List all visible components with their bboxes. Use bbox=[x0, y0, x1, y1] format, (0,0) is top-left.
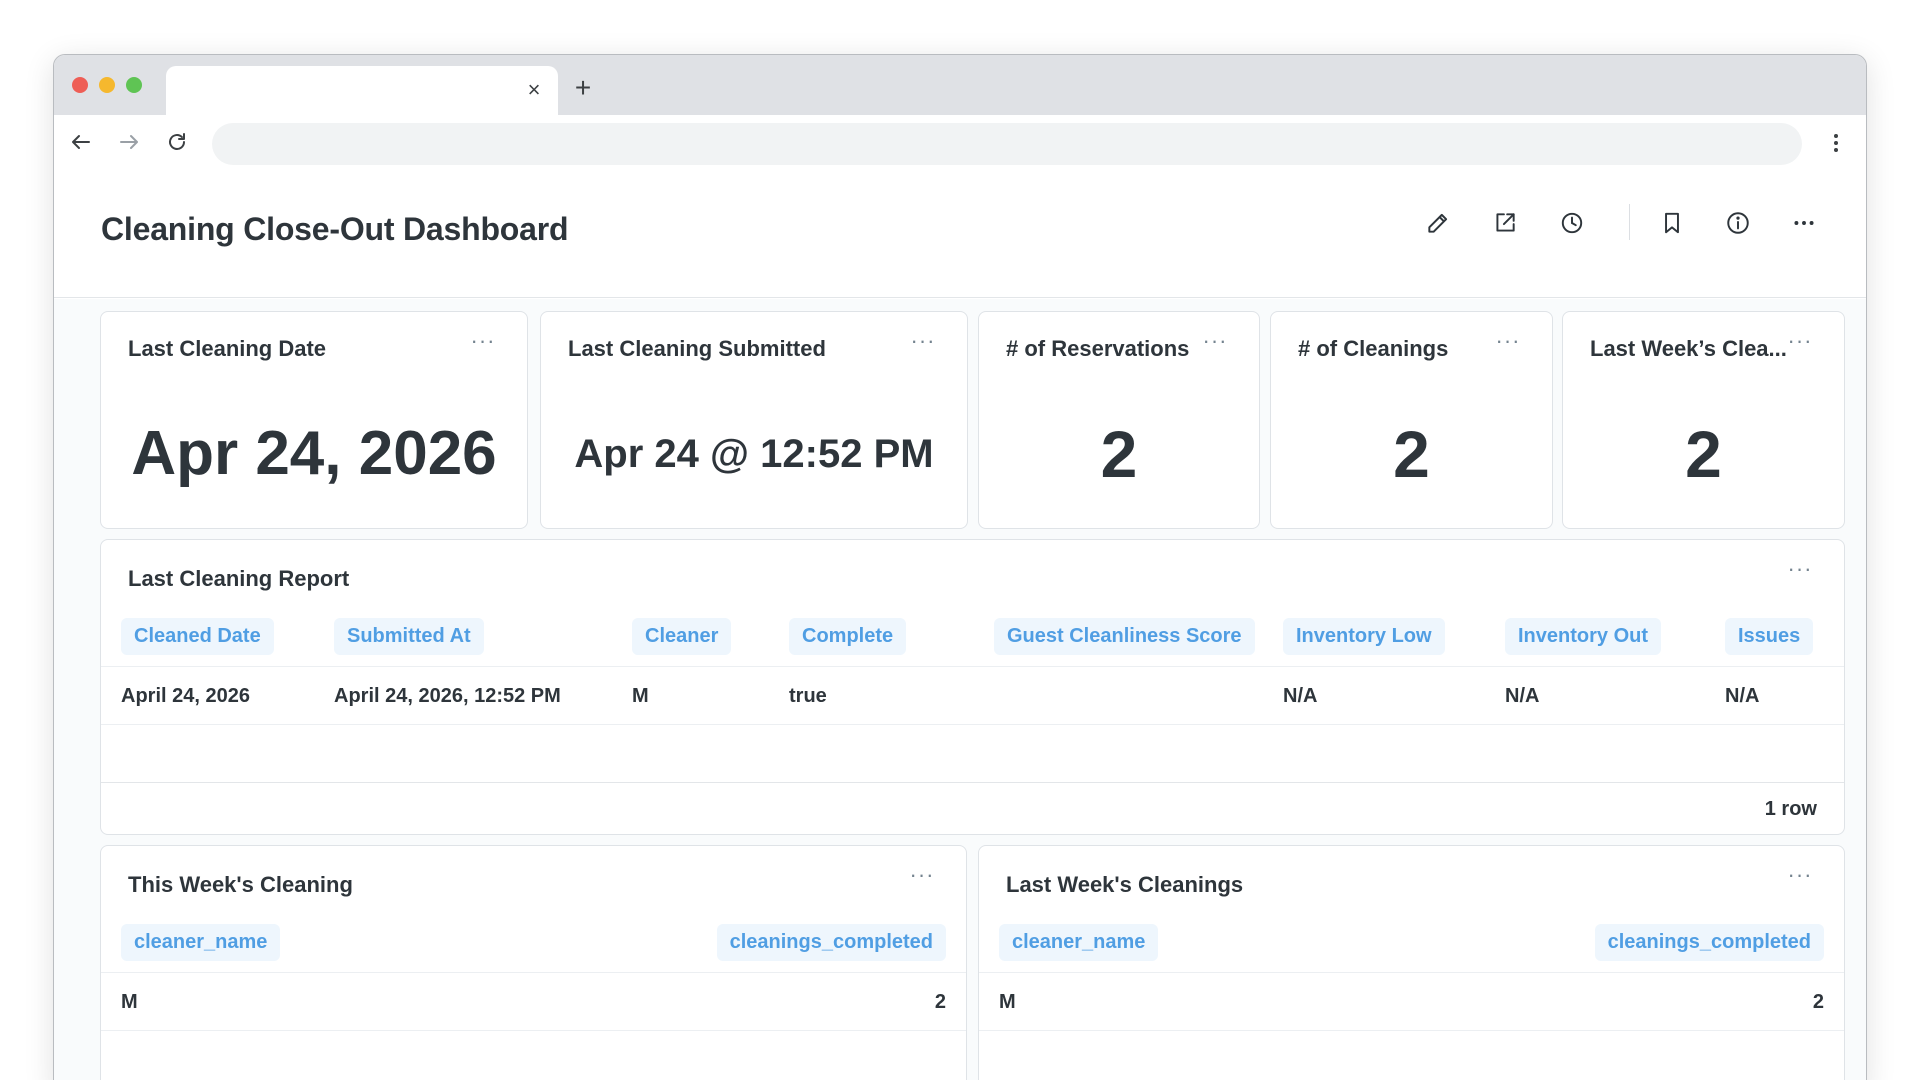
card-title: Last Cleaning Submitted bbox=[568, 336, 826, 361]
column-header-submitted-at[interactable]: Submitted At bbox=[334, 618, 484, 655]
browser-toolbar bbox=[54, 115, 1866, 171]
browser-menu-button[interactable] bbox=[1824, 129, 1848, 157]
row-divider bbox=[979, 1030, 1844, 1031]
share-icon bbox=[1496, 213, 1515, 232]
info-button[interactable] bbox=[1720, 205, 1756, 241]
card-title: Last Week's Cleanings bbox=[1006, 872, 1244, 897]
edit-button[interactable] bbox=[1420, 205, 1456, 241]
browser-tab[interactable]: × bbox=[166, 66, 558, 115]
vertical-dots-icon bbox=[1834, 134, 1838, 152]
more-icon bbox=[1794, 221, 1814, 225]
dashboard-header: Cleaning Close-Out Dashboard bbox=[54, 171, 1866, 298]
history-icon bbox=[1561, 212, 1583, 234]
history-button[interactable] bbox=[1554, 205, 1590, 241]
column-header-inventory-low[interactable]: Inventory Low bbox=[1283, 618, 1445, 655]
row-divider bbox=[101, 972, 966, 973]
column-header-cleaner-name[interactable]: cleaner_name bbox=[999, 924, 1159, 961]
card-title: This Week's Cleaning bbox=[128, 872, 353, 897]
column-header-issues[interactable]: Issues bbox=[1725, 618, 1814, 655]
scalar-card-last-cleaning-date[interactable]: Last Cleaning Date ··· Apr 24, 2026 bbox=[100, 311, 528, 529]
column-header-complete[interactable]: Complete bbox=[789, 618, 907, 655]
new-tab-button[interactable]: + bbox=[568, 73, 598, 103]
card-title: Last Week’s Clea... bbox=[1590, 336, 1787, 361]
info-icon bbox=[1727, 212, 1749, 234]
column-header-cleanings-completed[interactable]: cleanings_completed bbox=[1594, 924, 1824, 961]
column-header-cleaned-date[interactable]: Cleaned Date bbox=[121, 618, 274, 655]
card-menu-button[interactable]: ··· bbox=[1784, 864, 1816, 892]
arrow-left-icon bbox=[72, 135, 90, 149]
arrow-right-icon bbox=[120, 135, 138, 149]
table-cell: April 24, 2026, 12:52 PM bbox=[334, 685, 561, 707]
row-divider bbox=[101, 666, 1844, 667]
reload-icon bbox=[169, 133, 185, 150]
table-card-last-cleaning-report: Last Cleaning Report ··· Cleaned Date Su… bbox=[100, 539, 1845, 835]
card-menu-button[interactable]: ··· bbox=[1199, 330, 1231, 358]
table-card-last-weeks-cleanings: Last Week's Cleanings ··· cleaner_name c… bbox=[978, 845, 1845, 1080]
dashboard-page: Cleaning Close-Out Dashboard Last Cleani… bbox=[54, 171, 1866, 1080]
row-divider bbox=[979, 972, 1844, 973]
scalar-value: Apr 24, 2026 bbox=[131, 419, 497, 488]
scalar-card-last-week-cleanings[interactable]: Last Week’s Clea... ··· 2 bbox=[1562, 311, 1845, 529]
scalar-card-reservations[interactable]: # of Reservations ··· 2 bbox=[978, 311, 1260, 529]
scalar-value: 2 bbox=[1100, 417, 1138, 491]
table-cell: N/A bbox=[1725, 685, 1760, 707]
dashboard-grid: Last Cleaning Date ··· Apr 24, 2026 Last… bbox=[54, 299, 1866, 1080]
browser-window: × + Cleaning Close-Out Dashboard Last Cl… bbox=[53, 54, 1867, 1080]
bookmark-icon bbox=[1665, 212, 1679, 234]
scalar-value: 2 bbox=[1685, 417, 1722, 491]
table-card-this-weeks-cleaning: This Week's Cleaning ··· cleaner_name cl… bbox=[100, 845, 967, 1080]
scalar-value: 2 bbox=[1393, 417, 1430, 491]
table-footer-divider bbox=[101, 782, 1844, 783]
column-header-cleaner-name[interactable]: cleaner_name bbox=[121, 924, 281, 961]
card-menu-button[interactable]: ··· bbox=[906, 864, 938, 892]
maximize-window-button[interactable] bbox=[126, 77, 142, 93]
forward-button[interactable] bbox=[114, 127, 144, 157]
table-cell: true bbox=[789, 685, 827, 707]
bookmark-button[interactable] bbox=[1654, 205, 1690, 241]
table-cell: 2 bbox=[934, 991, 946, 1013]
table-cell: M bbox=[632, 685, 649, 707]
table-cell: N/A bbox=[1505, 685, 1540, 707]
scalar-card-last-cleaning-submitted[interactable]: Last Cleaning Submitted ··· Apr 24 @ 12:… bbox=[540, 311, 968, 529]
pencil-icon bbox=[1428, 213, 1448, 233]
card-menu-button[interactable]: ··· bbox=[907, 330, 939, 358]
column-header-guest-cleanliness-score[interactable]: Guest Cleanliness Score bbox=[994, 618, 1255, 655]
back-button[interactable] bbox=[66, 127, 96, 157]
share-button[interactable] bbox=[1487, 205, 1523, 241]
card-title: Last Cleaning Date bbox=[128, 336, 327, 361]
card-menu-button[interactable]: ··· bbox=[467, 330, 499, 358]
tab-strip: × + bbox=[54, 55, 1866, 115]
card-title: Last Cleaning Report bbox=[128, 566, 350, 591]
table-cell: M bbox=[121, 991, 138, 1013]
card-menu-button[interactable]: ··· bbox=[1784, 330, 1816, 358]
table-cell: M bbox=[999, 991, 1016, 1013]
more-options-button[interactable] bbox=[1786, 205, 1822, 241]
table-cell: 2 bbox=[1812, 991, 1824, 1013]
scalar-card-cleanings[interactable]: # of Cleanings ··· 2 bbox=[1270, 311, 1553, 529]
page-title: Cleaning Close-Out Dashboard bbox=[101, 211, 569, 247]
row-divider bbox=[101, 724, 1844, 725]
reload-button[interactable] bbox=[162, 127, 192, 157]
column-header-inventory-out[interactable]: Inventory Out bbox=[1505, 618, 1662, 655]
card-title: # of Reservations bbox=[1006, 336, 1190, 361]
scalar-value: Apr 24 @ 12:52 PM bbox=[574, 432, 934, 476]
card-menu-button[interactable]: ··· bbox=[1492, 330, 1524, 358]
tab-close-icon[interactable]: × bbox=[522, 78, 546, 102]
row-divider bbox=[101, 1030, 966, 1031]
close-window-button[interactable] bbox=[72, 77, 88, 93]
minimize-window-button[interactable] bbox=[99, 77, 115, 93]
header-divider bbox=[1629, 204, 1630, 240]
column-header-cleanings-completed[interactable]: cleanings_completed bbox=[716, 924, 946, 961]
column-header-cleaner[interactable]: Cleaner bbox=[632, 618, 732, 655]
card-menu-button[interactable]: ··· bbox=[1784, 558, 1816, 586]
card-title: # of Cleanings bbox=[1298, 336, 1449, 361]
address-bar[interactable] bbox=[212, 123, 1802, 165]
table-cell: April 24, 2026 bbox=[121, 685, 250, 707]
row-count: 1 row bbox=[1764, 798, 1817, 820]
table-cell: N/A bbox=[1283, 685, 1318, 707]
